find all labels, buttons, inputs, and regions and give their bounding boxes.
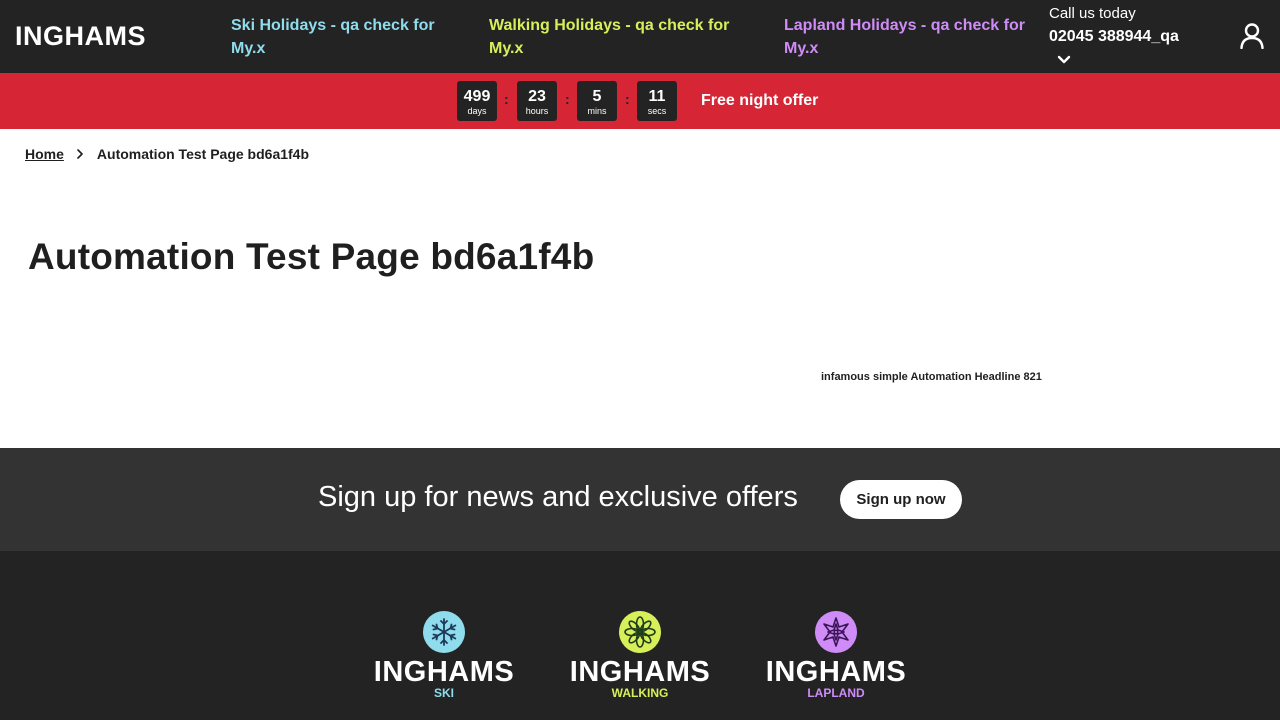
countdown-secs: 11 secs xyxy=(637,81,677,121)
signup-text: Sign up for news and exclusive offers xyxy=(318,481,798,513)
free-night-offer-link[interactable]: Free night offer xyxy=(701,92,818,110)
countdown-hours-value: 23 xyxy=(528,88,546,105)
brand-sub-walking: WALKING xyxy=(611,686,669,700)
star-icon xyxy=(815,611,857,653)
newsletter-signup: Sign up for news and exclusive offers Si… xyxy=(0,448,1280,551)
countdown-days: 499 days xyxy=(457,81,497,121)
inghams-walking-brand-link[interactable]: INGHAMS WALKING xyxy=(565,611,715,699)
snowflake-icon xyxy=(423,611,465,653)
breadcrumb-current: Automation Test Page bd6a1f4b xyxy=(96,146,310,162)
countdown-days-value: 499 xyxy=(463,88,491,105)
site-footer: INGHAMS SKI INGHAMS WALKING INGHAMS LAPL… xyxy=(0,551,1280,720)
flower-icon xyxy=(619,611,661,653)
countdown-separator: : xyxy=(625,91,630,107)
countdown-secs-unit: secs xyxy=(647,106,667,116)
countdown-mins-value: 5 xyxy=(592,88,602,105)
chevron-right-icon xyxy=(77,149,83,159)
promo-countdown-bar: 499 days : 23 hours : 5 mins : 11 secs F… xyxy=(0,73,1280,129)
nav-ski-holidays[interactable]: Ski Holidays - qa check for My.x xyxy=(231,14,451,60)
chevron-down-icon[interactable] xyxy=(1057,54,1071,66)
breadcrumb: Home Automation Test Page bd6a1f4b xyxy=(25,145,309,163)
breadcrumb-home-link[interactable]: Home xyxy=(25,146,64,162)
countdown-mins: 5 mins xyxy=(577,81,617,121)
inghams-ski-brand-link[interactable]: INGHAMS SKI xyxy=(369,611,519,699)
nav-lapland-holidays[interactable]: Lapland Holidays - qa check for My.x xyxy=(784,14,1034,60)
countdown-secs-value: 11 xyxy=(648,88,666,105)
call-label: Call us today xyxy=(1049,5,1136,22)
countdown-separator: : xyxy=(565,91,570,107)
countdown-separator: : xyxy=(504,91,509,107)
user-icon[interactable] xyxy=(1240,23,1264,49)
brand-sub-ski: SKI xyxy=(433,686,454,700)
nav-walking-holidays[interactable]: Walking Holidays - qa check for My.x xyxy=(489,14,749,60)
countdown-hours: 23 hours xyxy=(517,81,557,121)
brand-sub-lapland: LAPLAND xyxy=(807,686,865,700)
countdown-hours-unit: hours xyxy=(525,106,549,116)
brand-name: INGHAMS xyxy=(765,656,907,688)
automation-headline: infamous simple Automation Headline 821 xyxy=(821,371,1042,383)
site-header: INGHAMS Ski Holidays - qa check for My.x… xyxy=(0,0,1280,73)
page-title: Automation Test Page bd6a1f4b xyxy=(28,236,595,277)
call-us-dropdown[interactable]: Call us today 02045 388944_qa xyxy=(1049,4,1219,50)
inghams-logo[interactable]: INGHAMS xyxy=(15,21,146,52)
brand-name: INGHAMS xyxy=(373,656,515,688)
brand-name: INGHAMS xyxy=(569,656,711,688)
inghams-lapland-brand-link[interactable]: INGHAMS LAPLAND xyxy=(761,611,911,699)
countdown-mins-unit: mins xyxy=(587,106,607,116)
call-number[interactable]: 02045 388944_qa xyxy=(1049,24,1219,50)
countdown-days-unit: days xyxy=(467,106,487,116)
sign-up-button[interactable]: Sign up now xyxy=(840,480,962,519)
